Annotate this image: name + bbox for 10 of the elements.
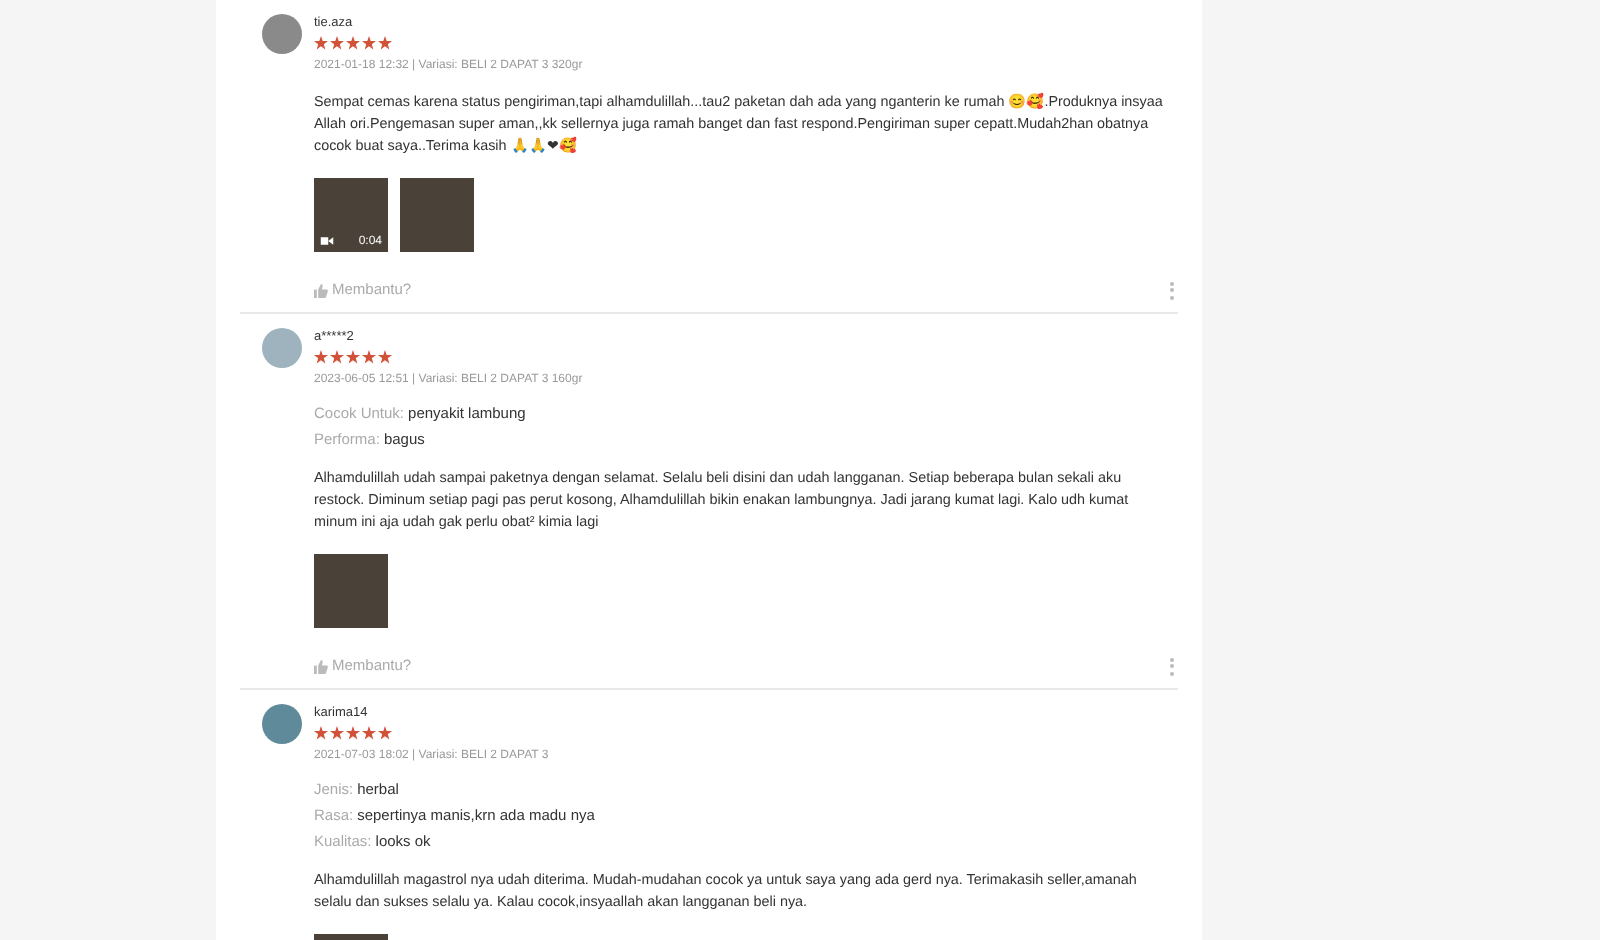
avatar	[262, 14, 302, 54]
thumbs-up-icon	[314, 659, 328, 673]
thumbs-up-icon	[314, 283, 328, 297]
photo-placeholder[interactable]	[314, 554, 388, 628]
video-camera-icon	[320, 236, 334, 246]
more-options-icon[interactable]	[1170, 657, 1176, 675]
more-options-icon[interactable]	[1170, 281, 1176, 299]
avatar	[262, 328, 302, 368]
avatar	[262, 704, 302, 744]
photo-placeholder[interactable]	[400, 178, 474, 252]
